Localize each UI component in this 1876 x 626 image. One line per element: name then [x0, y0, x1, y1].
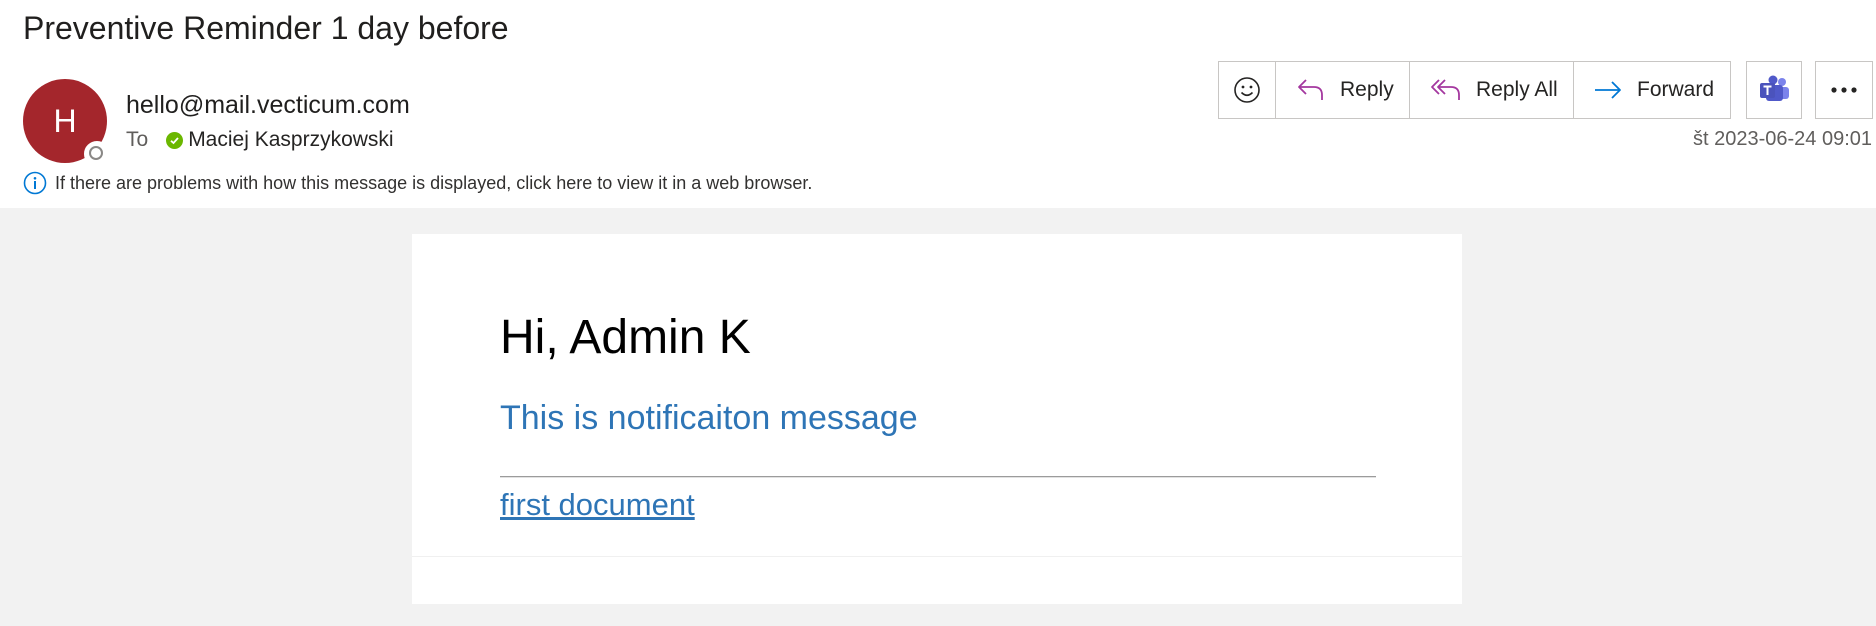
presence-indicator — [84, 141, 110, 167]
reply-button[interactable]: Reply — [1276, 62, 1410, 118]
email-content-card: Hi, Admin K This is notificaiton message… — [412, 234, 1462, 604]
notification-message: This is notificaiton message — [500, 399, 918, 437]
more-icon — [1831, 87, 1857, 93]
email-subject: Preventive Reminder 1 day before — [23, 10, 509, 46]
reply-icon — [1298, 79, 1323, 100]
available-status-icon — [166, 131, 184, 149]
view-in-browser-notice[interactable]: If there are problems with how this mess… — [23, 171, 812, 195]
reply-all-button[interactable]: Reply All — [1410, 62, 1574, 118]
message-actions-toolbar: Reply Reply All Forward — [1218, 61, 1731, 119]
recipient-name[interactable]: Maciej Kasprzykowski — [188, 128, 393, 152]
sent-date: št 2023-06-24 09:01 — [1692, 128, 1872, 150]
recipient-row: To Maciej Kasprzykowski — [126, 128, 394, 152]
info-icon — [23, 171, 47, 195]
smiley-icon — [1234, 77, 1260, 103]
greeting-heading: Hi, Admin K — [500, 311, 751, 364]
reply-all-icon — [1431, 79, 1460, 100]
forward-label: Forward — [1637, 78, 1715, 101]
forward-button[interactable]: Forward — [1574, 62, 1730, 118]
more-actions-button[interactable] — [1815, 61, 1873, 119]
teams-button[interactable] — [1746, 61, 1802, 119]
avatar-initial: H — [53, 102, 77, 139]
to-label: To — [126, 128, 149, 151]
sender-address[interactable]: hello@mail.vecticum.com — [126, 91, 410, 120]
card-footer-divider — [412, 556, 1462, 557]
teams-icon — [1760, 75, 1789, 101]
info-message: If there are problems with how this mess… — [55, 172, 813, 193]
message-body: Hi, Admin K This is notificaiton message… — [0, 208, 1876, 626]
message-header: Preventive Reminder 1 day before H hello… — [0, 0, 1876, 208]
content-divider — [500, 476, 1376, 478]
forward-arrow-icon — [1595, 81, 1621, 99]
reply-label: Reply — [1340, 78, 1394, 101]
reply-all-label: Reply All — [1476, 78, 1558, 101]
react-button[interactable] — [1219, 62, 1276, 118]
document-link[interactable]: first document — [500, 487, 695, 523]
